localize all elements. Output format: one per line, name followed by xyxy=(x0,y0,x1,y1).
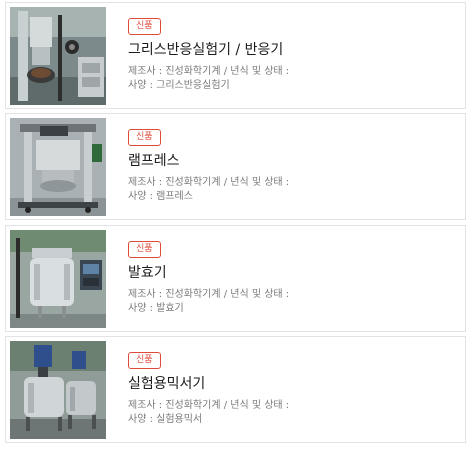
new-badge: 신품 xyxy=(128,352,161,369)
product-title[interactable]: 그리스반응실험기 / 반응기 xyxy=(128,41,283,59)
product-manufacturer: 제조사 : 진성화학기계 / 년식 및 상태 : xyxy=(128,289,290,300)
product-card[interactable]: 신품 발효기 제조사 : 진성화학기계 / 년식 및 상태 : 사양 : 발효기 xyxy=(5,225,466,332)
product-list: 신품 그리스반응실험기 / 반응기 제조사 : 진성화학기계 / 년식 및 상태… xyxy=(0,0,466,450)
product-spec: 사양 : 그리스반응실험기 xyxy=(128,80,230,91)
new-badge: 신품 xyxy=(128,129,161,146)
new-badge: 신품 xyxy=(128,241,161,258)
product-card[interactable]: 신품 실험용믹서기 제조사 : 진성화학기계 / 년식 및 상태 : 사양 : … xyxy=(5,336,466,443)
product-card[interactable]: 신품 램프레스 제조사 : 진성화학기계 / 년식 및 상태 : 사양 : 램프… xyxy=(5,113,466,220)
product-title[interactable]: 램프레스 xyxy=(128,152,180,170)
product-image[interactable] xyxy=(10,341,106,439)
product-spec: 사양 : 램프레스 xyxy=(128,191,193,202)
product-spec: 사양 : 실험용믹서 xyxy=(128,414,203,425)
product-spec: 사양 : 발효기 xyxy=(128,303,184,314)
fermenter-photo xyxy=(10,230,106,328)
product-title[interactable]: 실험용믹서기 xyxy=(128,375,205,393)
lab-mixer-photo xyxy=(10,341,106,439)
product-manufacturer: 제조사 : 진성화학기계 / 년식 및 상태 : xyxy=(128,400,290,411)
product-image[interactable] xyxy=(10,230,106,328)
ram-press-photo xyxy=(10,118,106,216)
product-image[interactable] xyxy=(10,7,106,105)
product-manufacturer: 제조사 : 진성화학기계 / 년식 및 상태 : xyxy=(128,66,290,77)
product-card[interactable]: 신품 그리스반응실험기 / 반응기 제조사 : 진성화학기계 / 년식 및 상태… xyxy=(5,2,466,109)
product-image[interactable] xyxy=(10,118,106,216)
new-badge: 신품 xyxy=(128,18,161,35)
product-manufacturer: 제조사 : 진성화학기계 / 년식 및 상태 : xyxy=(128,177,290,188)
product-title[interactable]: 발효기 xyxy=(128,264,167,282)
reactor-machine-photo xyxy=(10,7,106,105)
